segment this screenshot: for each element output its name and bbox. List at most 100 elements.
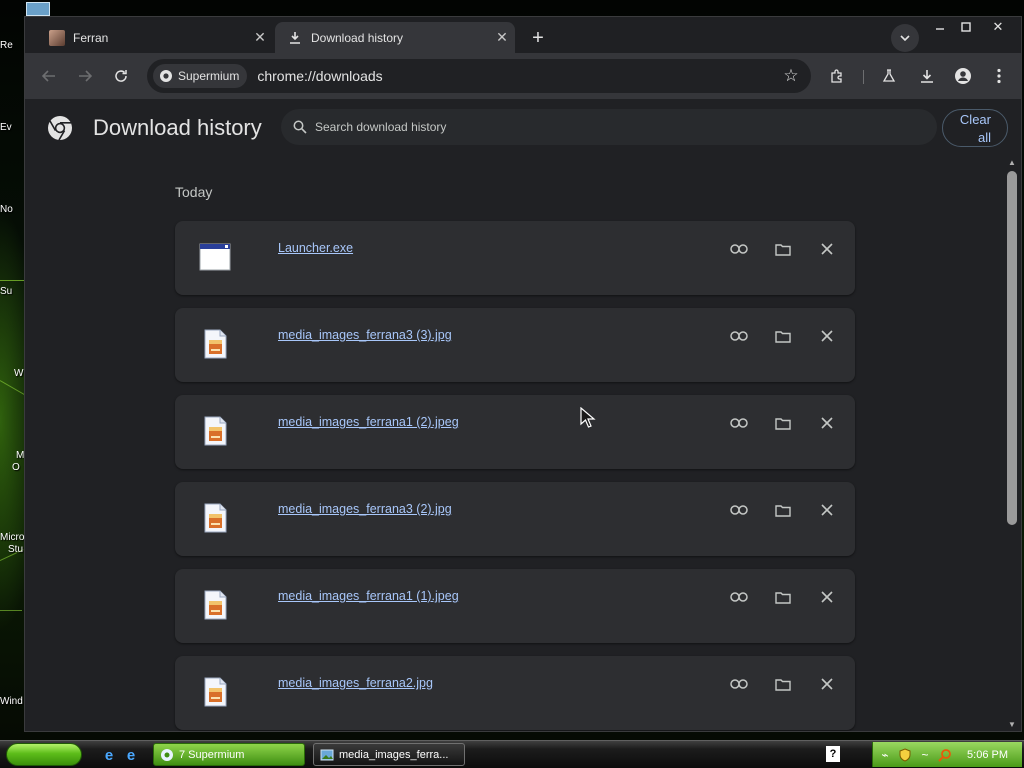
desktop-icon-label[interactable]: Wind	[0, 696, 24, 707]
date-section-label: Today	[175, 184, 213, 200]
desktop-icon-label[interactable]: Su	[0, 286, 24, 297]
mouse-cursor-icon	[580, 407, 596, 428]
new-tab-button[interactable]: +	[525, 25, 551, 51]
image-file-icon	[204, 329, 227, 359]
image-file-icon	[204, 416, 227, 446]
supermium-logo-icon	[161, 748, 173, 761]
exe-window-icon	[199, 243, 231, 271]
copy-link-icon[interactable]	[725, 496, 753, 524]
downloads-list: Today Launcher.exe media_images_ferrana3…	[25, 157, 1001, 731]
desktop-icon-label[interactable]: No	[0, 204, 24, 215]
maximize-window-icon[interactable]	[951, 17, 981, 37]
download-filename-link[interactable]: media_images_ferrana1 (2).jpeg	[278, 415, 459, 429]
browser-toolbar: Supermium chrome://downloads ☆	[25, 53, 1021, 99]
close-tab-icon[interactable]: ✕	[247, 25, 273, 51]
system-clock[interactable]: 5:06 PM	[967, 749, 1008, 761]
forward-arrow-icon[interactable]	[71, 62, 99, 90]
copy-link-icon[interactable]	[725, 235, 753, 263]
remove-download-icon[interactable]	[813, 670, 841, 698]
internet-explorer-icon[interactable]: e	[100, 746, 118, 764]
download-item: media_images_ferrana3 (2).jpg	[175, 482, 855, 556]
url-text[interactable]: chrome://downloads	[257, 68, 777, 84]
download-icon	[287, 30, 303, 46]
tab-ferran[interactable]: Ferran ✕	[37, 22, 273, 53]
labs-flask-icon[interactable]	[875, 62, 903, 90]
clear-all-label: Clear	[959, 112, 991, 127]
close-window-icon[interactable]: ✕	[983, 17, 1013, 37]
reload-icon[interactable]	[107, 62, 135, 90]
toolbar-separator	[863, 70, 864, 84]
download-filename-link[interactable]: Launcher.exe	[278, 241, 353, 255]
security-shield-icon[interactable]	[897, 747, 913, 763]
show-in-folder-icon[interactable]	[769, 670, 797, 698]
desktop-icon-label[interactable]: Re	[0, 40, 24, 51]
taskbar: e e 7 Supermium media_images_ferra... ? …	[0, 740, 1024, 768]
network-icon[interactable]: ⌁	[877, 747, 893, 763]
download-item: Launcher.exe	[175, 221, 855, 295]
site-info-chip[interactable]: Supermium	[153, 64, 248, 88]
desktop-icon-label[interactable]: Micro	[0, 532, 24, 543]
tab-title: Ferran	[73, 30, 109, 45]
desktop-icon-label[interactable]: Ev	[0, 122, 24, 133]
help-icon[interactable]: ?	[826, 746, 840, 762]
show-in-folder-icon[interactable]	[769, 322, 797, 350]
downloads-icon[interactable]	[913, 62, 941, 90]
taskbar-item-label: 7 Supermium	[179, 748, 245, 761]
copy-link-icon[interactable]	[725, 583, 753, 611]
start-button[interactable]	[6, 743, 82, 766]
search-placeholder: Search download history	[315, 120, 447, 134]
copy-link-icon[interactable]	[725, 670, 753, 698]
clear-all-label: all	[977, 130, 991, 145]
search-downloads-input[interactable]: Search download history	[281, 109, 937, 145]
download-filename-link[interactable]: media_images_ferrana3 (3).jpg	[278, 328, 452, 342]
extensions-puzzle-icon[interactable]	[823, 62, 851, 90]
image-viewer-icon	[320, 749, 334, 760]
remove-download-icon[interactable]	[813, 322, 841, 350]
download-filename-link[interactable]: media_images_ferrana3 (2).jpg	[278, 502, 452, 516]
copy-link-icon[interactable]	[725, 409, 753, 437]
bookmark-star-icon[interactable]: ☆	[777, 62, 805, 90]
downloads-header: Download history Search download history…	[25, 99, 1021, 157]
tab-download-history[interactable]: Download history ✕	[275, 22, 515, 53]
search-icon	[293, 120, 307, 134]
profile-avatar-icon[interactable]	[949, 62, 977, 90]
scroll-up-arrow-icon[interactable]: ▲	[1006, 157, 1018, 169]
back-arrow-icon[interactable]	[35, 62, 63, 90]
browser-quicklaunch-icon[interactable]: e	[122, 746, 140, 764]
download-item: media_images_ferrana2.jpg	[175, 656, 855, 730]
clear-all-button[interactable]: Clear all	[942, 109, 1008, 147]
page-title: Download history	[93, 115, 262, 140]
show-in-folder-icon[interactable]	[769, 583, 797, 611]
page-scrollbar[interactable]: ▲ ▼	[1003, 157, 1021, 731]
remove-download-icon[interactable]	[813, 235, 841, 263]
menu-kebab-icon[interactable]	[985, 62, 1013, 90]
address-bar[interactable]: Supermium chrome://downloads ☆	[147, 59, 811, 93]
close-tab-icon[interactable]: ✕	[489, 25, 515, 51]
show-in-folder-icon[interactable]	[769, 496, 797, 524]
image-file-icon	[204, 503, 227, 533]
downloads-page: Download history Search download history…	[25, 99, 1021, 731]
volume-icon[interactable]: ~	[917, 747, 933, 763]
desktop-icon[interactable]	[26, 2, 50, 16]
site-chip-label: Supermium	[178, 69, 240, 83]
scrollbar-thumb[interactable]	[1007, 171, 1017, 525]
search-magnifier-icon[interactable]	[937, 747, 953, 763]
taskbar-item-supermium[interactable]: 7 Supermium	[153, 743, 305, 766]
show-in-folder-icon[interactable]	[769, 409, 797, 437]
download-filename-link[interactable]: media_images_ferrana2.jpg	[278, 676, 433, 690]
tab-strip: Ferran ✕ Download history ✕ + ✕	[25, 17, 1021, 53]
taskbar-item-image-viewer[interactable]: media_images_ferra...	[313, 743, 465, 766]
remove-download-icon[interactable]	[813, 583, 841, 611]
taskbar-item-label: media_images_ferra...	[339, 748, 449, 761]
desktop-light-streak	[0, 610, 22, 611]
supermium-logo-icon	[160, 70, 172, 82]
show-in-folder-icon[interactable]	[769, 235, 797, 263]
download-item: media_images_ferrana1 (1).jpeg	[175, 569, 855, 643]
scroll-down-arrow-icon[interactable]: ▼	[1006, 719, 1018, 731]
desktop-light-streak	[0, 380, 27, 396]
copy-link-icon[interactable]	[725, 322, 753, 350]
tab-search-chevron-icon[interactable]	[891, 24, 919, 52]
download-filename-link[interactable]: media_images_ferrana1 (1).jpeg	[278, 589, 459, 603]
remove-download-icon[interactable]	[813, 496, 841, 524]
remove-download-icon[interactable]	[813, 409, 841, 437]
